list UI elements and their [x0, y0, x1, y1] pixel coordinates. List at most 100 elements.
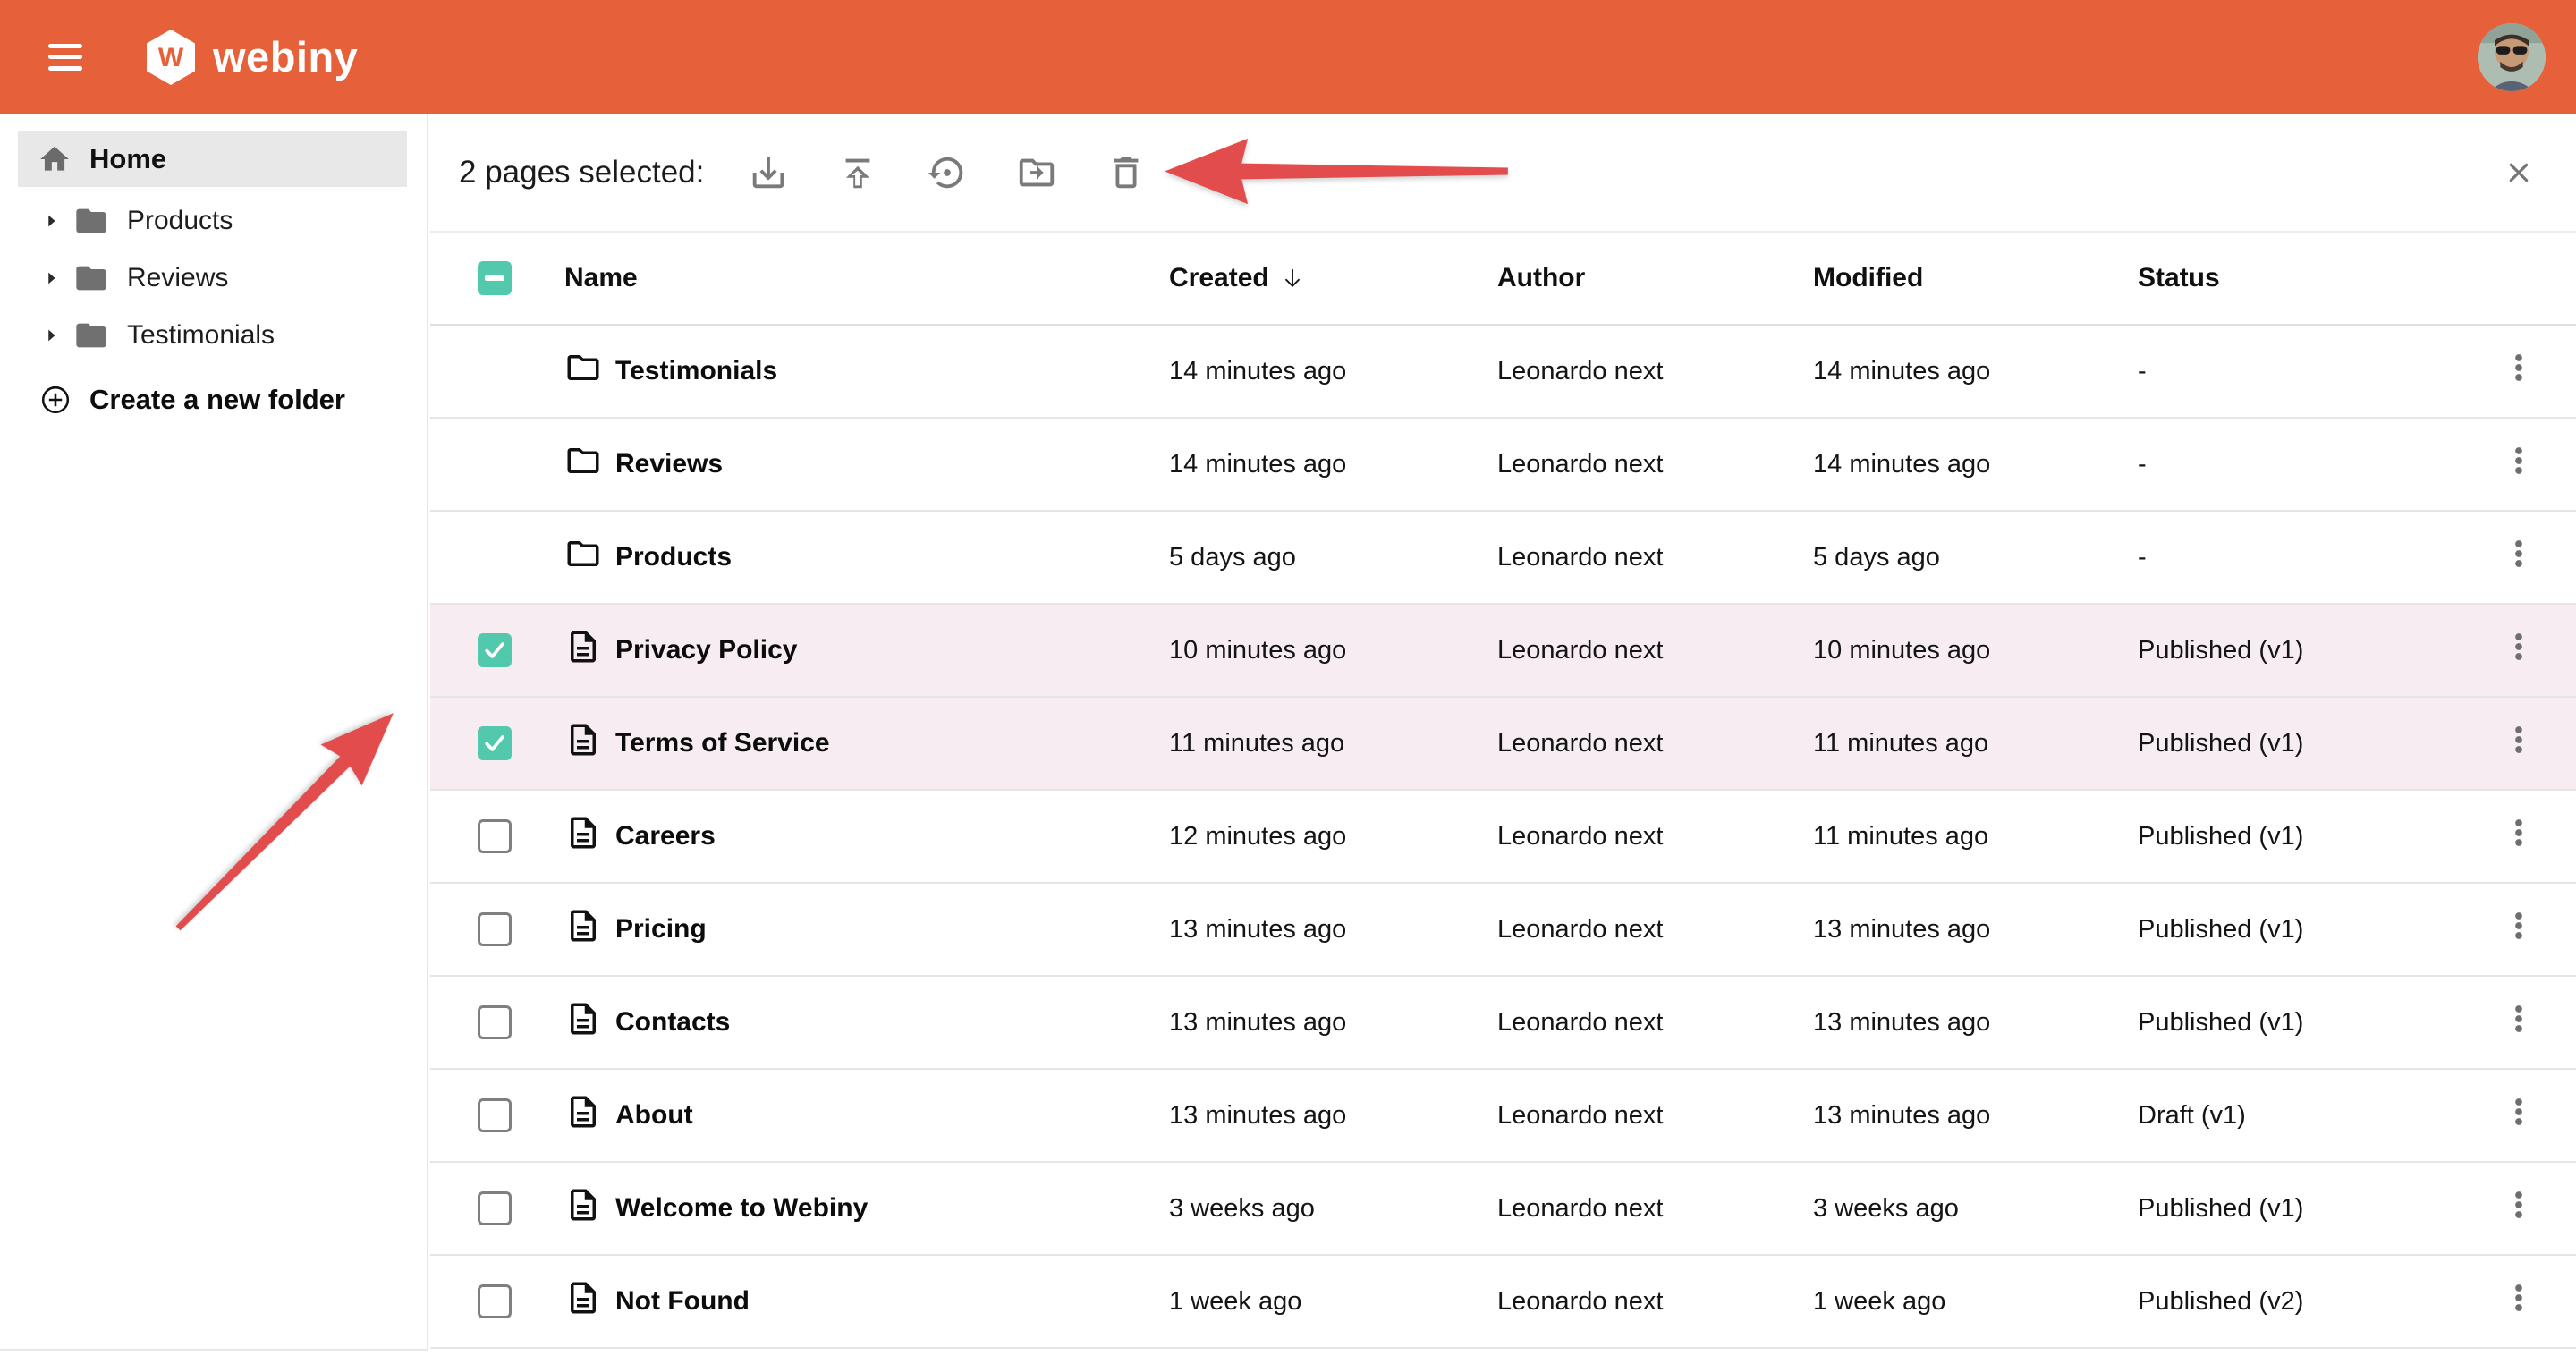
row-modified: 13 minutes ago — [1813, 1008, 2138, 1038]
row-status: Draft (v1) — [2138, 1101, 2461, 1131]
table-row[interactable]: Welcome to Webiny 3 weeks ago Leonardo n… — [430, 1163, 2576, 1256]
row-author: Leonardo next — [1497, 1101, 1813, 1131]
row-modified: 11 minutes ago — [1813, 822, 2138, 852]
row-name[interactable]: Not Found — [615, 1286, 1169, 1317]
column-header-created[interactable]: Created — [1169, 263, 1497, 293]
row-name[interactable]: Careers — [615, 821, 1169, 852]
row-modified: 14 minutes ago — [1813, 357, 2138, 386]
sidebar-folder-item[interactable]: Products — [0, 192, 427, 250]
kebab-menu-icon[interactable] — [2501, 443, 2537, 479]
brand-wordmark: webiny — [213, 32, 358, 81]
row-name[interactable]: Terms of Service — [615, 728, 1169, 759]
table-row[interactable]: About 13 minutes ago Leonardo next 13 mi… — [430, 1070, 2576, 1163]
row-name[interactable]: Contacts — [615, 1007, 1169, 1038]
row-created: 10 minutes ago — [1169, 636, 1497, 665]
create-folder-button[interactable]: Create a new folder — [0, 371, 427, 428]
row-created: 1 week ago — [1169, 1287, 1497, 1317]
kebab-menu-icon[interactable] — [2501, 1001, 2537, 1037]
row-modified: 11 minutes ago — [1813, 729, 2138, 759]
row-created: 14 minutes ago — [1169, 357, 1497, 386]
menu-icon[interactable] — [48, 44, 82, 71]
table-row[interactable]: Contacts 13 minutes ago Leonardo next 13… — [430, 977, 2576, 1070]
row-created: 3 weeks ago — [1169, 1194, 1497, 1224]
avatar[interactable] — [2478, 23, 2546, 91]
select-all-checkbox[interactable] — [478, 261, 512, 295]
sidebar-item-home[interactable]: Home — [18, 131, 407, 187]
row-name[interactable]: Reviews — [615, 449, 1169, 479]
row-checkbox[interactable] — [478, 1005, 512, 1039]
row-author: Leonardo next — [1497, 1008, 1813, 1038]
kebab-menu-icon[interactable] — [2501, 629, 2537, 665]
row-author: Leonardo next — [1497, 729, 1813, 759]
row-name[interactable]: Welcome to Webiny — [615, 1193, 1169, 1224]
table-row[interactable]: Privacy Policy 10 minutes ago Leonardo n… — [430, 605, 2576, 698]
caret-right-icon[interactable] — [41, 268, 61, 288]
row-status: Published (v1) — [2138, 915, 2461, 945]
webiny-logo[interactable]: W webiny — [147, 30, 358, 85]
publish-icon[interactable] — [836, 151, 879, 194]
close-icon[interactable] — [2501, 155, 2537, 191]
kebab-menu-icon[interactable] — [2501, 1187, 2537, 1223]
column-header-name[interactable]: Name — [564, 263, 1169, 293]
row-created: 11 minutes ago — [1169, 729, 1497, 759]
caret-right-icon[interactable] — [41, 211, 61, 231]
kebab-menu-icon[interactable] — [2501, 908, 2537, 944]
row-status: Published (v2) — [2138, 1287, 2461, 1317]
sidebar-folder-item[interactable]: Reviews — [0, 250, 427, 307]
svg-text:W: W — [158, 43, 184, 72]
table-body: Testimonials 14 minutes ago Leonardo nex… — [430, 326, 2576, 1349]
column-header-modified[interactable]: Modified — [1813, 263, 2138, 293]
webiny-hexagon-icon: W — [147, 30, 195, 85]
plus-circle-icon — [39, 384, 72, 416]
table-row[interactable]: Testimonials 14 minutes ago Leonardo nex… — [430, 326, 2576, 419]
row-name[interactable]: Privacy Policy — [615, 635, 1169, 665]
table-row[interactable]: Pricing 13 minutes ago Leonardo next 13 … — [430, 884, 2576, 977]
row-checkbox[interactable] — [478, 726, 512, 760]
row-modified: 13 minutes ago — [1813, 915, 2138, 945]
row-author: Leonardo next — [1497, 636, 1813, 665]
move-to-folder-icon[interactable] — [1015, 151, 1058, 194]
row-status: - — [2138, 450, 2461, 479]
sidebar-home-label: Home — [89, 143, 166, 175]
row-status: - — [2138, 543, 2461, 572]
page-icon — [564, 721, 602, 759]
row-checkbox[interactable] — [478, 1098, 512, 1132]
folder-icon — [73, 260, 109, 296]
column-header-status[interactable]: Status — [2138, 263, 2461, 293]
kebab-menu-icon[interactable] — [2501, 1094, 2537, 1130]
row-status: Published (v1) — [2138, 1194, 2461, 1224]
kebab-menu-icon[interactable] — [2501, 536, 2537, 572]
sidebar-folder-item[interactable]: Testimonials — [0, 307, 427, 364]
delete-icon[interactable] — [1105, 151, 1148, 194]
table-row[interactable]: Products 5 days ago Leonardo next 5 days… — [430, 512, 2576, 605]
row-checkbox[interactable] — [478, 1284, 512, 1318]
row-created: 13 minutes ago — [1169, 915, 1497, 945]
kebab-menu-icon[interactable] — [2501, 350, 2537, 386]
page-icon — [564, 1093, 602, 1131]
download-icon[interactable] — [747, 151, 790, 194]
row-checkbox[interactable] — [478, 819, 512, 853]
folder-label: Products — [127, 206, 233, 236]
restore-icon[interactable] — [926, 151, 969, 194]
table-row[interactable]: Careers 12 minutes ago Leonardo next 11 … — [430, 791, 2576, 884]
kebab-menu-icon[interactable] — [2501, 722, 2537, 758]
folder-icon — [564, 349, 602, 386]
row-name[interactable]: Pricing — [615, 914, 1169, 945]
column-header-author[interactable]: Author — [1497, 263, 1813, 293]
row-name[interactable]: Testimonials — [615, 356, 1169, 386]
kebab-menu-icon[interactable] — [2501, 815, 2537, 851]
row-checkbox[interactable] — [478, 633, 512, 667]
table-row[interactable]: Reviews 14 minutes ago Leonardo next 14 … — [430, 419, 2576, 512]
row-checkbox[interactable] — [478, 912, 512, 946]
row-checkbox[interactable] — [478, 1191, 512, 1225]
page-icon — [564, 907, 602, 945]
row-status: Published (v1) — [2138, 729, 2461, 759]
row-name[interactable]: About — [615, 1100, 1169, 1131]
row-status: Published (v1) — [2138, 822, 2461, 852]
table-row[interactable]: Not Found 1 week ago Leonardo next 1 wee… — [430, 1256, 2576, 1349]
table-row[interactable]: Terms of Service 11 minutes ago Leonardo… — [430, 698, 2576, 791]
kebab-menu-icon[interactable] — [2501, 1280, 2537, 1316]
page-icon — [564, 628, 602, 665]
row-name[interactable]: Products — [615, 542, 1169, 572]
caret-right-icon[interactable] — [41, 326, 61, 345]
